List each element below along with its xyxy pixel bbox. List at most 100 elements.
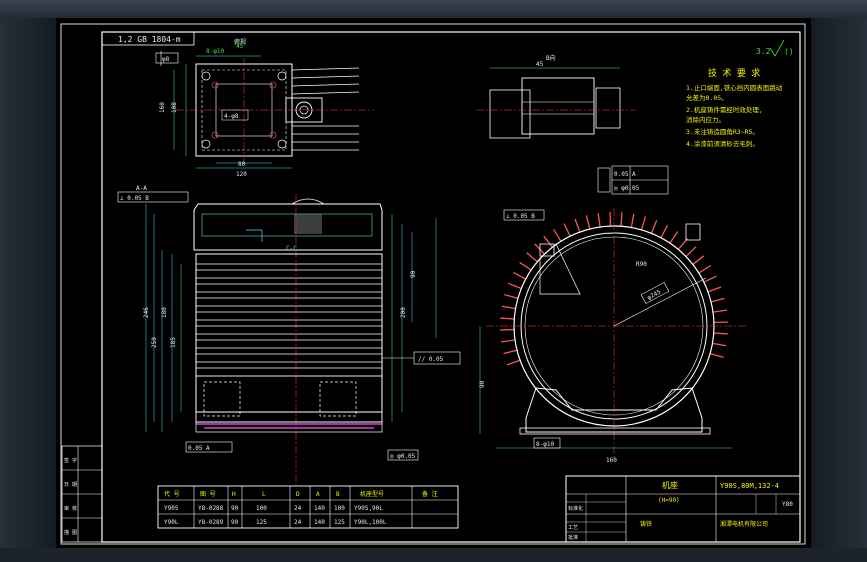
svg-text:H: H — [232, 491, 236, 498]
svg-text:A-A: A-A — [136, 185, 147, 192]
cooling-fin — [508, 282, 522, 290]
svg-text:125: 125 — [334, 519, 345, 526]
tolerance-frame: 0.05 A ◎ φ0.05 — [597, 165, 669, 195]
cooling-fin — [650, 220, 658, 234]
outer-border — [60, 23, 806, 545]
svg-text:R90: R90 — [636, 261, 647, 268]
svg-text:3.2: 3.2 — [756, 47, 771, 56]
svg-text:标准化: 标准化 — [568, 505, 583, 512]
left-margin — [0, 18, 56, 548]
svg-text:// 0.05: // 0.05 — [418, 356, 444, 363]
right-margin — [811, 18, 867, 548]
cooling-fin — [501, 339, 516, 343]
cooling-fin — [526, 252, 538, 263]
svg-text:90: 90 — [231, 519, 239, 526]
svg-text:Y90L,100L: Y90L,100L — [354, 519, 387, 526]
cooling-fin — [597, 213, 601, 228]
top-view: φ8 8-φ10 45 80 120 108 160 4-φ8 俯视 — [155, 38, 374, 178]
drawing-canvas[interactable]: 1,2 GB 1804-m 3.2 () φ8 8-φ10 45 80 120 … — [56, 18, 811, 548]
svg-text:2.机座铸件需经时效处理,: 2.机座铸件需经时效处理, — [686, 105, 763, 114]
part-name: 机座 — [662, 480, 678, 490]
svg-text:工艺: 工艺 — [568, 525, 578, 531]
svg-text:备 注: 备 注 — [422, 490, 438, 498]
svg-text:Y80: Y80 — [782, 501, 793, 508]
cooling-fin — [543, 235, 553, 248]
cooling-fin — [503, 349, 518, 355]
cooling-fin — [713, 332, 728, 335]
svg-text:140: 140 — [314, 505, 325, 512]
parts-table-header: 代 号 图 号 H L D A B 机座型号 备 注 — [164, 490, 438, 498]
svg-text:90: 90 — [410, 270, 417, 278]
svg-text:A: A — [316, 491, 320, 498]
cooling-fin — [660, 225, 669, 239]
cooling-fin — [504, 293, 519, 300]
cooling-fin — [710, 297, 725, 303]
svg-text:250: 250 — [151, 337, 158, 348]
svg-text:0.05 A: 0.05 A — [188, 445, 210, 452]
cooling-fin — [513, 271, 527, 280]
section-view: A-A ⊥ 0.05 B C-C 246 250 180 185 200 90 … — [117, 185, 461, 488]
side-profile: B向 45 — [476, 54, 636, 139]
svg-text:C-C: C-C — [286, 245, 297, 252]
cooling-fin — [703, 275, 717, 283]
cooling-fin — [707, 286, 722, 293]
cooling-fin — [712, 309, 727, 313]
svg-text:图 号: 图 号 — [200, 491, 216, 498]
cooling-fin — [500, 317, 515, 320]
corner-box-text: 1,2 GB 1804-m — [118, 35, 181, 44]
cooling-fin — [640, 216, 647, 231]
svg-text:Y90S: Y90S — [164, 505, 179, 512]
svg-text:45: 45 — [536, 61, 544, 68]
tech-requirements-title: 技 术 要 求 — [708, 67, 760, 79]
cooling-fin — [709, 352, 724, 359]
drawing-number: Y90S,80M,132-4 — [720, 482, 779, 490]
svg-text:0.05 A: 0.05 A — [614, 171, 636, 178]
cooling-fin — [620, 212, 623, 227]
svg-text:批准: 批准 — [568, 534, 578, 541]
svg-text:90: 90 — [231, 505, 239, 512]
svg-text:允差为0.05。: 允差为0.05。 — [686, 93, 728, 102]
svg-text:Y8-0288: Y8-0288 — [198, 505, 224, 512]
svg-text:4.涂漆前须清砂去毛刺。: 4.涂漆前须清砂去毛刺。 — [686, 139, 759, 148]
svg-text:俯视: 俯视 — [234, 38, 246, 46]
svg-text:160: 160 — [606, 457, 617, 464]
svg-text:⊥ 0.05 B: ⊥ 0.05 B — [506, 213, 535, 220]
svg-text:Y90S,90L: Y90S,90L — [354, 505, 383, 512]
svg-text:4-φ8: 4-φ8 — [224, 113, 239, 120]
svg-text:机座型号: 机座型号 — [360, 490, 384, 498]
title-block: 机座 (H=90) Y90S,80M,132-4 Y80 铸铁 湘潭电机有限公司… — [565, 475, 801, 543]
svg-text:日 期: 日 期 — [64, 482, 77, 488]
svg-text:140: 140 — [314, 519, 325, 526]
svg-text:审 核: 审 核 — [64, 505, 77, 512]
cooling-fin — [563, 223, 571, 237]
svg-text:1.止口端面,铁心挡内圆表面跳动: 1.止口端面,铁心挡内圆表面跳动 — [686, 83, 783, 92]
parts-table: 代 号 图 号 H L D A B 机座型号 备 注 Y90S Y8-0288 … — [157, 485, 459, 529]
svg-text:L: L — [262, 491, 266, 498]
svg-text:消除内应力。: 消除内应力。 — [686, 115, 725, 124]
svg-text:100: 100 — [256, 505, 267, 512]
cooling-fin — [506, 359, 521, 366]
svg-text:120: 120 — [236, 171, 247, 178]
cad-drawing: 1,2 GB 1804-m 3.2 () φ8 8-φ10 45 80 120 … — [60, 23, 806, 545]
svg-text:签 字: 签 字 — [64, 457, 77, 464]
svg-text:180: 180 — [161, 307, 168, 318]
tech-requirements: 技 术 要 求 1.止口端面,铁心挡内圆表面跳动 允差为0.05。 2.机座铸件… — [686, 67, 783, 148]
end-view: φ245 R90 160 90 8-φ10 ⊥ 0.05 B — [479, 208, 746, 464]
svg-text:160: 160 — [159, 102, 166, 113]
svg-text:代 号: 代 号 — [164, 490, 180, 498]
svg-text:◎ φ0.05: ◎ φ0.05 — [390, 453, 416, 460]
svg-text:125: 125 — [256, 519, 267, 526]
table-row: Y90S Y8-0288 90 100 24 140 100 Y90S,90L — [164, 505, 383, 512]
svg-text:246: 246 — [143, 307, 150, 318]
svg-text:Y8-0289: Y8-0289 — [198, 519, 224, 526]
cooling-fin — [501, 305, 516, 310]
cooling-fin — [692, 255, 705, 265]
left-strip: 签 字 日 期 审 核 描 图 — [61, 445, 103, 543]
svg-text:Y90L: Y90L — [164, 519, 179, 526]
cooling-fin — [685, 246, 697, 258]
svg-text:B向: B向 — [546, 54, 556, 62]
svg-text:90: 90 — [479, 380, 486, 388]
svg-text:185: 185 — [170, 337, 177, 348]
svg-text:80: 80 — [238, 161, 246, 168]
svg-text:(H=90): (H=90) — [658, 497, 680, 504]
